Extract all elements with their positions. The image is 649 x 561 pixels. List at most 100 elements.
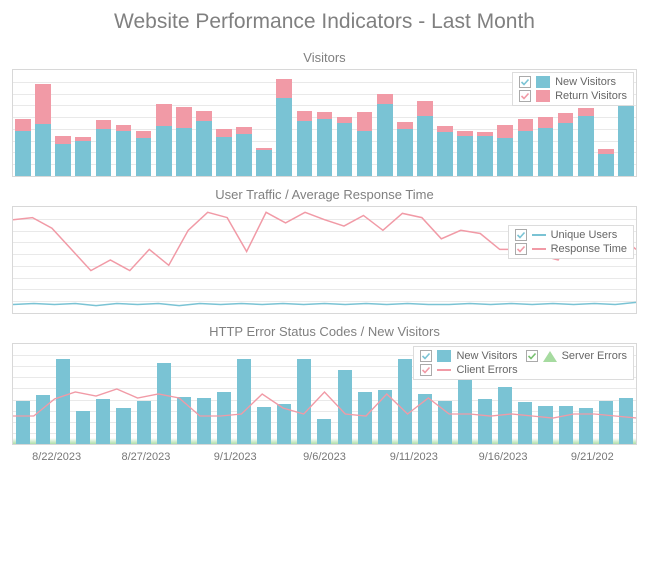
legend-swatch (543, 351, 557, 362)
stacked-bar (558, 113, 574, 176)
stacked-bar (256, 148, 272, 176)
legend-item-rt[interactable]: Response Time (511, 242, 631, 256)
chart2-title: User Traffic / Average Response Time (0, 183, 649, 206)
bar-col (335, 117, 355, 176)
page-title: Website Performance Indicators - Last Mo… (0, 0, 649, 46)
bar-col (535, 117, 555, 176)
legend-swatch (437, 350, 451, 362)
chart3-title: HTTP Error Status Codes / New Visitors (0, 320, 649, 343)
chart-errors: New Visitors Client Errors Server Errors (12, 343, 637, 445)
bar-col (113, 125, 133, 176)
stacked-bar (96, 120, 112, 176)
chart-traffic: Unique Users Response Time (12, 206, 637, 314)
bar-col (495, 125, 515, 176)
legend-item-ret[interactable]: Return Visitors (515, 89, 631, 103)
bar-col (375, 94, 395, 176)
stacked-bar (297, 111, 313, 176)
bar-col (576, 108, 596, 176)
legend-swatch (536, 90, 550, 102)
stacked-bar (457, 131, 473, 176)
legend-label: Client Errors (456, 364, 517, 376)
axis-label: 9/1/2023 (191, 451, 280, 463)
chart2-lines (13, 207, 636, 313)
stacked-bar (337, 117, 353, 176)
stacked-bar (618, 104, 634, 176)
bar-col (314, 112, 334, 176)
legend-item-uu[interactable]: Unique Users (511, 228, 631, 242)
stacked-bar (538, 117, 554, 176)
bar-col (515, 119, 535, 176)
line-unique-users (13, 302, 636, 305)
legend-item-new[interactable]: New Visitors (515, 75, 631, 89)
stacked-bar (196, 111, 212, 176)
bar-col (174, 107, 194, 176)
stacked-bar (518, 119, 534, 176)
stacked-bar (236, 127, 252, 176)
axis-label: 8/27/2023 (101, 451, 190, 463)
bar-col (214, 129, 234, 176)
bar-col (93, 120, 113, 176)
legend-item-se[interactable]: Server Errors (522, 349, 631, 363)
stacked-bar (578, 108, 594, 176)
legend-label: Return Visitors (555, 90, 627, 102)
stacked-bar (176, 107, 192, 176)
axis-label: 9/11/2023 (369, 451, 458, 463)
stacked-bar (35, 84, 51, 176)
line-client-errors (13, 389, 636, 418)
chart-visitors: New Visitors Return Visitors (12, 69, 637, 177)
chart1-title: Visitors (0, 46, 649, 69)
stacked-bar (156, 104, 172, 176)
bar-col (616, 104, 636, 176)
bar-col (134, 131, 154, 176)
stacked-bar (397, 122, 413, 176)
stacked-bar (598, 149, 614, 176)
axis-label: 9/6/2023 (280, 451, 369, 463)
bar-col (274, 79, 294, 176)
stacked-bar (55, 136, 71, 176)
legend-checkbox[interactable] (526, 350, 538, 362)
bar-col (53, 136, 73, 176)
legend-swatch (437, 364, 451, 376)
stacked-bar (377, 94, 393, 176)
legend-label: New Visitors (555, 76, 616, 88)
legend-label: Response Time (551, 243, 627, 255)
legend-checkbox[interactable] (515, 243, 527, 255)
bar-col (455, 131, 475, 176)
stacked-bar (276, 79, 292, 176)
axis-label: 9/21/202 (548, 451, 637, 463)
stacked-bar (317, 112, 333, 176)
bar-col (33, 84, 53, 176)
bar-col (596, 149, 616, 176)
legend-item-nv[interactable]: New Visitors (416, 349, 521, 363)
stacked-bar (116, 125, 132, 176)
stacked-bar (437, 126, 453, 176)
legend-label: New Visitors (456, 350, 517, 362)
bar-col (355, 112, 375, 176)
bar-col (294, 111, 314, 176)
bar-col (415, 101, 435, 176)
legend-checkbox[interactable] (420, 364, 432, 376)
legend-checkbox[interactable] (515, 229, 527, 241)
legend-item-ce[interactable]: Client Errors (416, 363, 521, 377)
bar-col (13, 119, 33, 176)
legend-label: Unique Users (551, 229, 618, 241)
axis-label: 9/16/2023 (458, 451, 547, 463)
bar-col (435, 126, 455, 176)
bar-col (395, 122, 415, 176)
legend-label: Server Errors (562, 350, 627, 362)
legend-checkbox[interactable] (519, 90, 531, 102)
chart1-legend: New Visitors Return Visitors (512, 72, 634, 106)
bar-col (154, 104, 174, 176)
bar-col (556, 113, 576, 176)
stacked-bar (417, 101, 433, 176)
stacked-bar (477, 132, 493, 176)
legend-swatch (536, 76, 550, 88)
legend-swatch (532, 229, 546, 241)
stacked-bar (15, 119, 31, 176)
legend-checkbox[interactable] (519, 76, 531, 88)
bar-col (475, 132, 495, 176)
axis-label: 8/22/2023 (12, 451, 101, 463)
legend-checkbox[interactable] (420, 350, 432, 362)
bar-col (254, 148, 274, 176)
bar-col (73, 137, 93, 176)
